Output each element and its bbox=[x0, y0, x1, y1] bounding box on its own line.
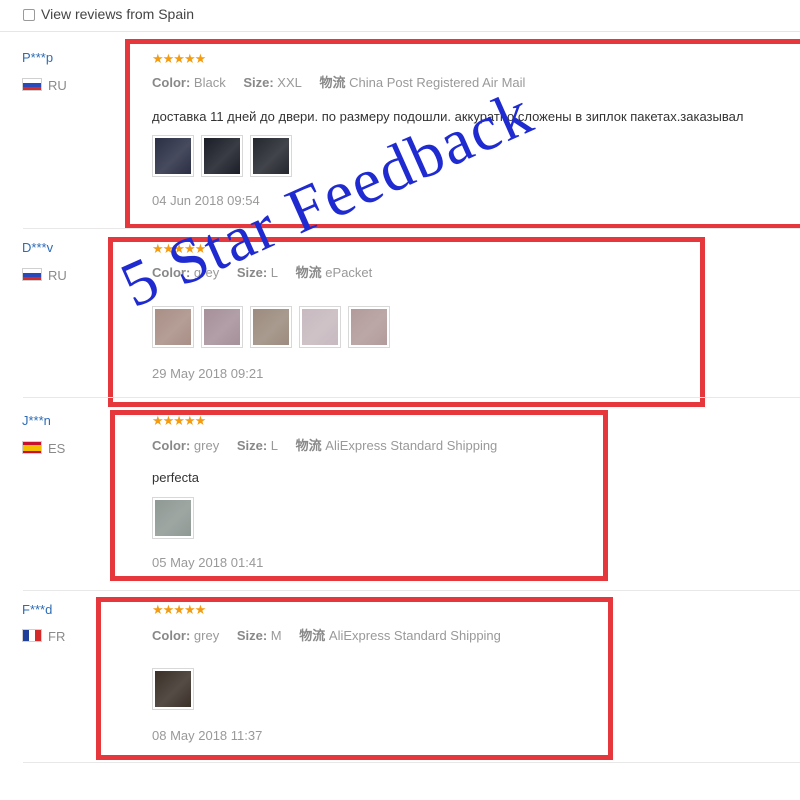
review-divider bbox=[23, 762, 800, 763]
highlight-box bbox=[110, 410, 608, 581]
reviewer-country: ES bbox=[48, 441, 66, 456]
reviewer-name[interactable]: F***d bbox=[22, 602, 52, 617]
reviewer-name[interactable]: P***p bbox=[22, 50, 53, 65]
flag-ru-icon bbox=[22, 268, 42, 281]
review-divider bbox=[23, 228, 800, 229]
reviewer-country: FR bbox=[48, 629, 66, 644]
highlight-box bbox=[96, 597, 613, 760]
flag-fr-icon bbox=[22, 629, 42, 642]
reviewer-name[interactable]: D***v bbox=[22, 240, 53, 255]
review-divider bbox=[23, 397, 800, 398]
spain-filter-checkbox[interactable] bbox=[23, 9, 35, 21]
spain-filter-label[interactable]: View reviews from Spain bbox=[41, 6, 194, 22]
flag-ru-icon bbox=[22, 78, 42, 91]
flag-es-icon bbox=[22, 441, 42, 454]
reviewer-country: RU bbox=[48, 78, 67, 93]
filter-row: View reviews from Spain bbox=[0, 0, 800, 32]
reviewer-country: RU bbox=[48, 268, 67, 283]
review-divider bbox=[23, 590, 800, 591]
reviewer-name[interactable]: J***n bbox=[22, 413, 51, 428]
